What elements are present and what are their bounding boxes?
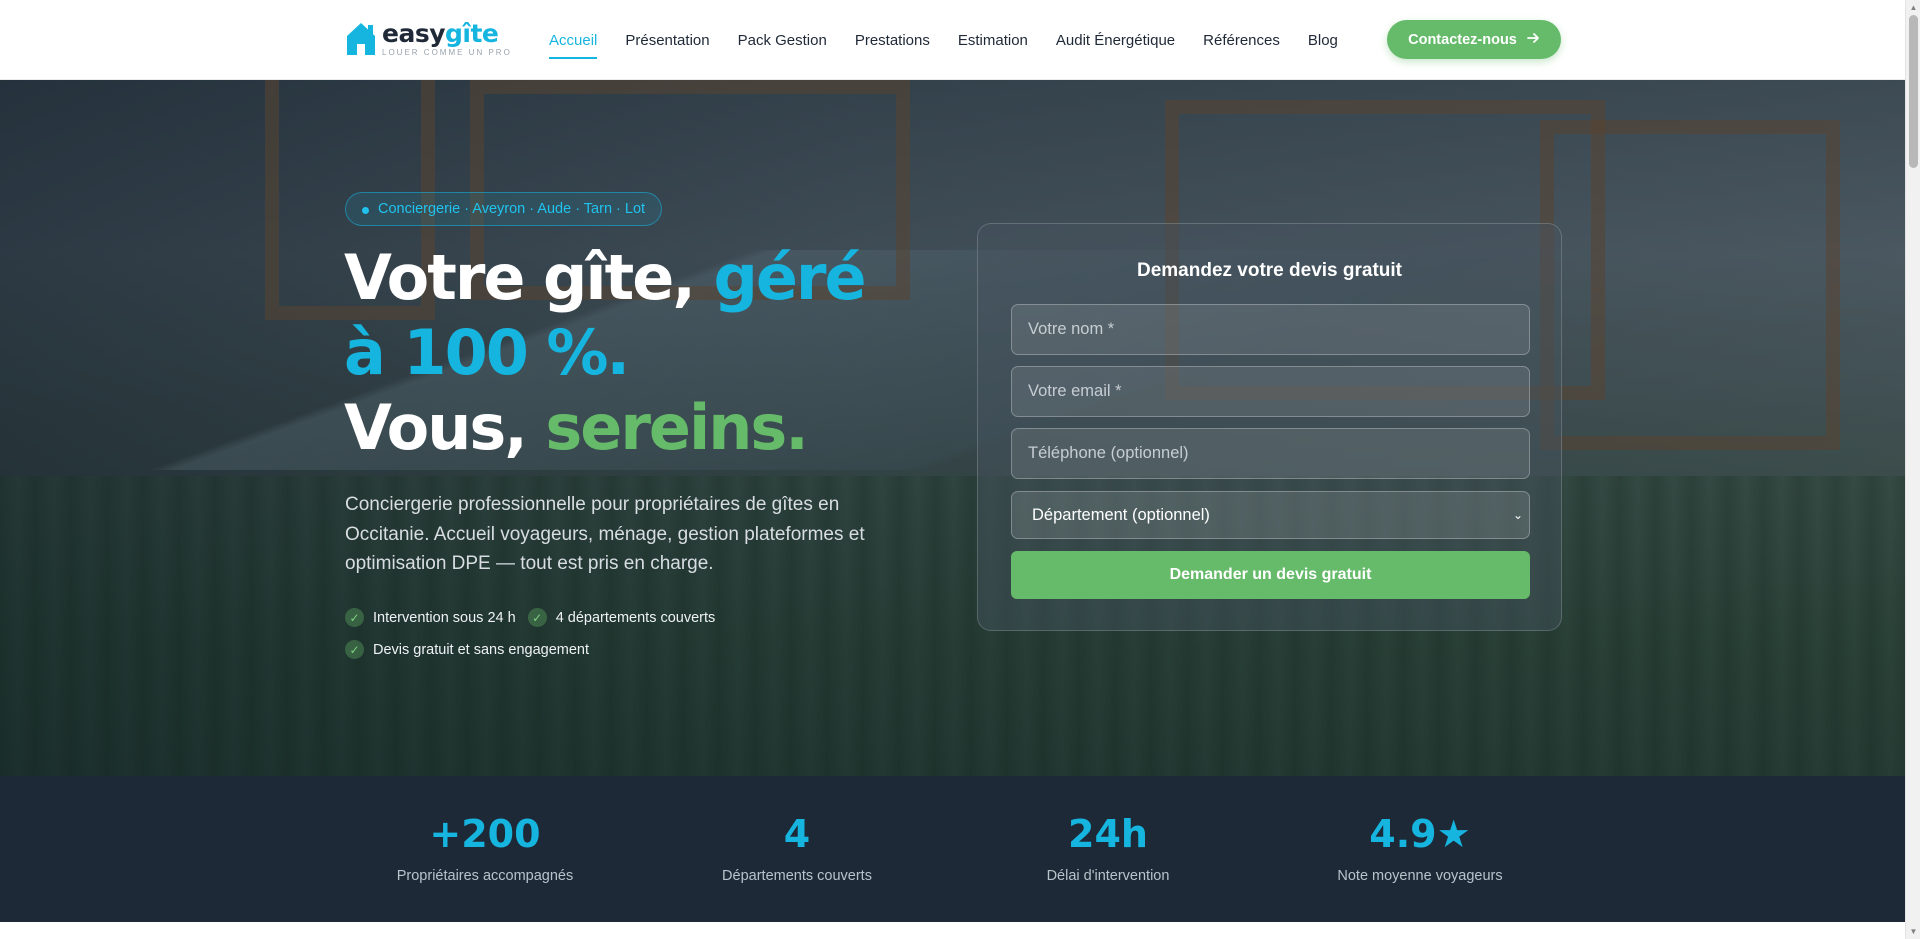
- email-field[interactable]: Votre email *: [1011, 366, 1530, 417]
- department-select-value: Département (optionnel): [1032, 505, 1210, 524]
- nav-item-references[interactable]: Références: [1203, 0, 1280, 80]
- feature-item: ✓ Intervention sous 24 h: [345, 608, 516, 627]
- house-icon: [346, 22, 376, 56]
- page-scrollbar[interactable]: ▲ ▼: [1905, 0, 1920, 939]
- check-icon: ✓: [345, 640, 364, 659]
- stat-label: Délai d'intervention: [1046, 868, 1170, 884]
- hero-description: Conciergerie professionnelle pour propri…: [345, 494, 865, 574]
- logo-wordmark: easygîte: [382, 19, 499, 48]
- scrollbar-thumb[interactable]: [1909, 15, 1918, 168]
- scroll-down-icon[interactable]: ▼: [1906, 924, 1920, 939]
- name-field[interactable]: Votre nom *: [1011, 304, 1530, 355]
- stat-label: Propriétaires accompagnés: [396, 868, 574, 884]
- phone-field[interactable]: Téléphone (optionnel): [1011, 428, 1530, 479]
- stat-item: +200 Propriétaires accompagnés: [335, 812, 635, 884]
- nav-item-presentation[interactable]: Présentation: [625, 0, 709, 80]
- department-select[interactable]: Département (optionnel) ⌄: [1011, 491, 1530, 539]
- check-icon: ✓: [345, 608, 364, 627]
- main-nav: Accueil Présentation Pack Gestion Presta…: [549, 0, 1366, 80]
- feature-item: ✓ 4 départements couverts: [527, 608, 715, 627]
- stat-value: 24h: [1068, 812, 1148, 856]
- stat-label: Note moyenne voyageurs: [1337, 868, 1503, 884]
- hero-headline: Votre gîte, géré à 100 %. Vous, sereins.: [344, 241, 867, 464]
- hero-section: Conciergerie · Aveyron · Aude · Tarn · L…: [0, 80, 1905, 776]
- stat-value: +200: [429, 812, 541, 856]
- stat-item: 24h Délai d'intervention: [958, 812, 1258, 884]
- site-header: easygîte LOUER COMME UN PRO Accueil Prés…: [0, 0, 1905, 80]
- stat-item: 4.9★ Note moyenne voyageurs: [1270, 812, 1570, 884]
- stat-value: 4.9★: [1369, 812, 1471, 856]
- chevron-down-icon: ⌄: [1512, 508, 1523, 522]
- stat-item: 4 Départements couverts: [647, 812, 947, 884]
- check-icon: ✓: [527, 608, 547, 627]
- nav-item-estimation[interactable]: Estimation: [958, 0, 1028, 80]
- form-title: Demandez votre devis gratuit: [1136, 260, 1403, 281]
- nav-item-pack-gestion[interactable]: Pack Gestion: [738, 0, 827, 80]
- stat-value: 4: [783, 812, 811, 856]
- contact-button-label: Contactez-nous: [1408, 31, 1517, 48]
- contact-button[interactable]: Contactez-nous: [1387, 20, 1561, 59]
- arrow-right-icon: [1526, 32, 1540, 48]
- stats-bar: +200 Propriétaires accompagnés 4 Départe…: [0, 776, 1905, 922]
- logo[interactable]: easygîte LOUER COMME UN PRO: [346, 21, 512, 57]
- logo-tagline: LOUER COMME UN PRO: [382, 48, 512, 57]
- nav-item-audit-energetique[interactable]: Audit Énergétique: [1056, 0, 1175, 80]
- nav-item-blog[interactable]: Blog: [1308, 0, 1338, 80]
- nav-item-accueil[interactable]: Accueil: [549, 0, 598, 80]
- hero-features: ✓ Intervention sous 24 h ✓ 4 département…: [345, 608, 805, 659]
- stat-label: Départements couverts: [722, 868, 872, 884]
- quote-form: Demandez votre devis gratuit Votre nom *…: [977, 223, 1562, 631]
- nav-item-prestations[interactable]: Prestations: [855, 0, 930, 80]
- scroll-up-icon[interactable]: ▲: [1906, 0, 1920, 15]
- feature-item: ✓ Devis gratuit et sans engagement: [345, 640, 589, 659]
- request-quote-button[interactable]: Demander un devis gratuit: [1011, 551, 1530, 599]
- region-badge: Conciergerie · Aveyron · Aude · Tarn · L…: [345, 192, 663, 226]
